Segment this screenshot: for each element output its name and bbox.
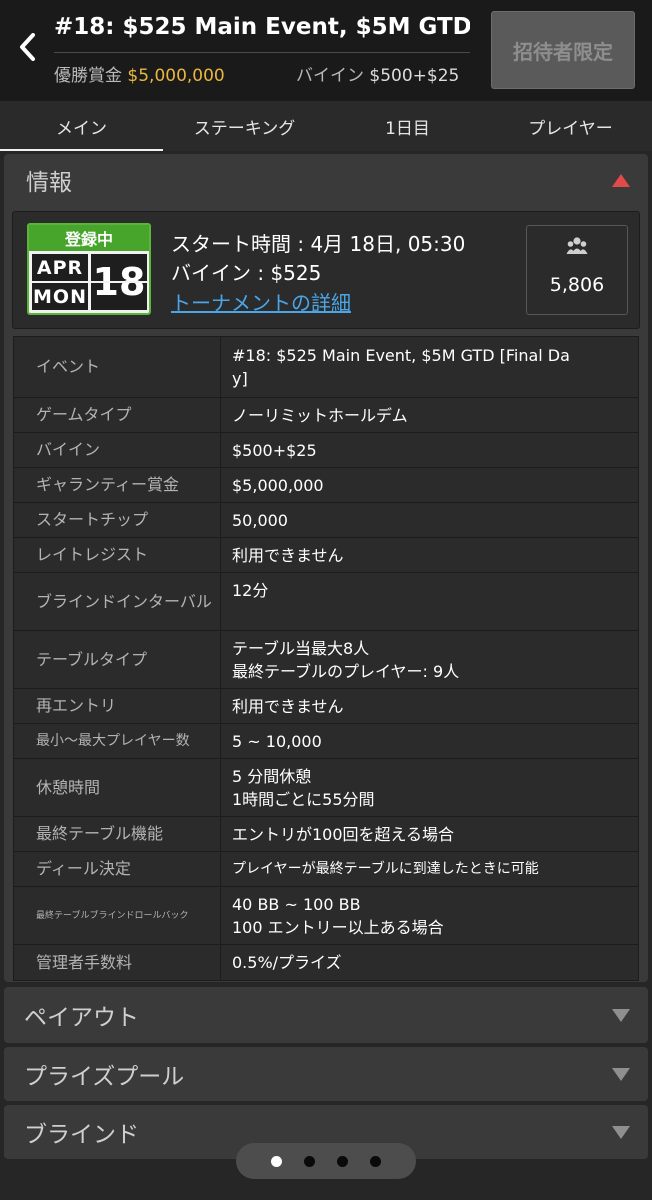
table-row: 管理者手数料 0.5%/プライズ [14,945,638,980]
row-value: ノーリミットホールデム [232,405,408,425]
page-indicator [236,1143,416,1179]
prize-label: 優勝賞金 [54,66,122,86]
info-section: 情報 登録中 APR MON 18 スタート時間 : 4月 18日, 05:30… [4,154,648,982]
table-row: 休憩時間 5 分間休憩 1時間ごとに55分間 [14,759,638,817]
row-value: 12分 [232,581,269,600]
calendar-month: APR [32,254,88,281]
tab-bar: メイン ステーキング 1日目 プレイヤー [0,101,652,151]
page-title: #18: $525 Main Event, $5M GTD [Final Day… [54,14,470,40]
row-value: テーブル当最大8人 最終テーブルのプレイヤー: 9人 [232,638,460,681]
row-value: $500+$25 [232,440,317,460]
row-label: ゲームタイプ [14,398,221,432]
row-label: 最小〜最大プレイヤー数 [14,724,221,758]
players-count-box: 5,806 [526,225,628,315]
row-value: #18: $525 Main Event, $5M GTD [Final Da … [232,346,570,388]
row-label: イベント [14,337,221,397]
tab-day1[interactable]: 1日目 [326,101,489,151]
calendar-weekday: MON [32,283,88,310]
page-dot[interactable] [304,1155,315,1167]
page-dot[interactable] [271,1155,282,1167]
table-row: 再エントリ 利用できません [14,689,638,724]
page-dot[interactable] [337,1155,348,1167]
row-label: レイトレジスト [14,538,221,572]
tournament-details-link[interactable]: トーナメントの詳細 [171,287,351,316]
start-time: スタート時間 : 4月 18日, 05:30 [171,232,466,256]
table-row: イベント #18: $525 Main Event, $5M GTD [Fina… [14,337,638,398]
row-value: 50,000 [232,510,288,530]
row-value: エントリが100回を超える場合 [232,824,455,844]
table-row: ゲームタイプ ノーリミットホールデム [14,398,638,433]
players-icon [566,237,588,254]
row-value: 利用できません [232,545,344,565]
header-bar: #18: $525 Main Event, $5M GTD [Final Day… [0,0,652,101]
row-label: 最終テーブル機能 [14,817,221,851]
prize-pool-section[interactable]: プライズプール [4,1047,648,1101]
tournament-card: 登録中 APR MON 18 スタート時間 : 4月 18日, 05:30 バイ… [12,211,640,329]
expand-triangle-icon [612,1126,630,1139]
row-value: 利用できません [232,696,344,716]
tournament-screen: #18: $525 Main Event, $5M GTD [Final Day… [0,0,652,1200]
tab-main[interactable]: メイン [0,101,163,151]
status-badge: 登録中 [29,225,149,251]
table-row: ギャランティー賞金 $5,000,000 [14,468,638,503]
invite-only-button[interactable]: 招待者限定 [491,11,635,89]
page-dot[interactable] [370,1155,381,1167]
table-row: レイトレジスト 利用できません [14,538,638,573]
payout-section[interactable]: ペイアウト [4,987,648,1043]
back-button[interactable] [6,24,48,70]
payout-heading: ペイアウト [24,1005,139,1031]
info-section-header[interactable]: 情報 [4,154,648,206]
collapse-triangle-icon [612,174,630,187]
tab-players[interactable]: プレイヤー [489,101,652,151]
prize-summary: 優勝賞金 $5,000,000 [54,61,225,86]
table-row: 最終テーブル機能 エントリが100回を超える場合 [14,817,638,852]
blinds-heading: ブラインド [24,1122,139,1148]
row-label: ブラインドインターバル [14,573,221,630]
row-value: 0.5%/プライズ [232,953,342,972]
prize-pool-heading: プライズプール [24,1064,185,1090]
row-label: 管理者手数料 [14,945,221,980]
table-row: テーブルタイプ テーブル当最大8人 最終テーブルのプレイヤー: 9人 [14,631,638,689]
row-label: 最終テーブルブラインドロールバック [14,887,221,944]
buyin-label: バイイン [296,66,364,86]
row-label: 休憩時間 [14,759,221,816]
row-label: スタートチップ [14,503,221,537]
table-row: 最小〜最大プレイヤー数 5 ~ 10,000 [14,724,638,759]
chevron-left-icon [20,33,35,61]
table-row: スタートチップ 50,000 [14,503,638,538]
row-value: $5,000,000 [232,475,324,495]
calendar-day: 18 [91,254,147,310]
prize-value: $5,000,000 [127,66,225,86]
calendar-badge: 登録中 APR MON 18 [27,223,151,315]
players-count: 5,806 [549,274,605,296]
info-heading: 情報 [26,170,72,196]
row-label: ディール決定 [14,852,221,886]
row-value: 5 分間休憩 1時間ごとに55分間 [232,766,375,809]
buyin-summary: バイイン $500+$25 [296,61,472,86]
table-row: 最終テーブルブラインドロールバック 40 BB ~ 100 BB 100 エント… [14,887,638,945]
details-table: イベント #18: $525 Main Event, $5M GTD [Fina… [13,336,639,981]
row-value: プレイヤーが最終テーブルに到達したときに可能 [232,860,539,877]
row-label: テーブルタイプ [14,631,221,688]
table-row: バイイン $500+$25 [14,433,638,468]
row-value: 5 ~ 10,000 [232,731,322,751]
row-value: 40 BB ~ 100 BB 100 エントリー以上ある場合 [232,894,444,937]
buyin-value: $500+$25 [369,66,460,86]
expand-triangle-icon [612,1009,630,1022]
row-label: バイイン [14,433,221,467]
table-row: ブラインドインターバル 12分 [14,573,638,631]
table-row: ディール決定 プレイヤーが最終テーブルに到達したときに可能 [14,852,638,887]
tab-staking[interactable]: ステーキング [163,101,326,151]
buyin-amount: バイイン : $525 [171,261,322,285]
calendar-date: APR MON 18 [29,251,149,313]
row-label: ギャランティー賞金 [14,468,221,502]
title-divider [54,52,470,53]
expand-triangle-icon [612,1068,630,1081]
row-label: 再エントリ [14,689,221,723]
